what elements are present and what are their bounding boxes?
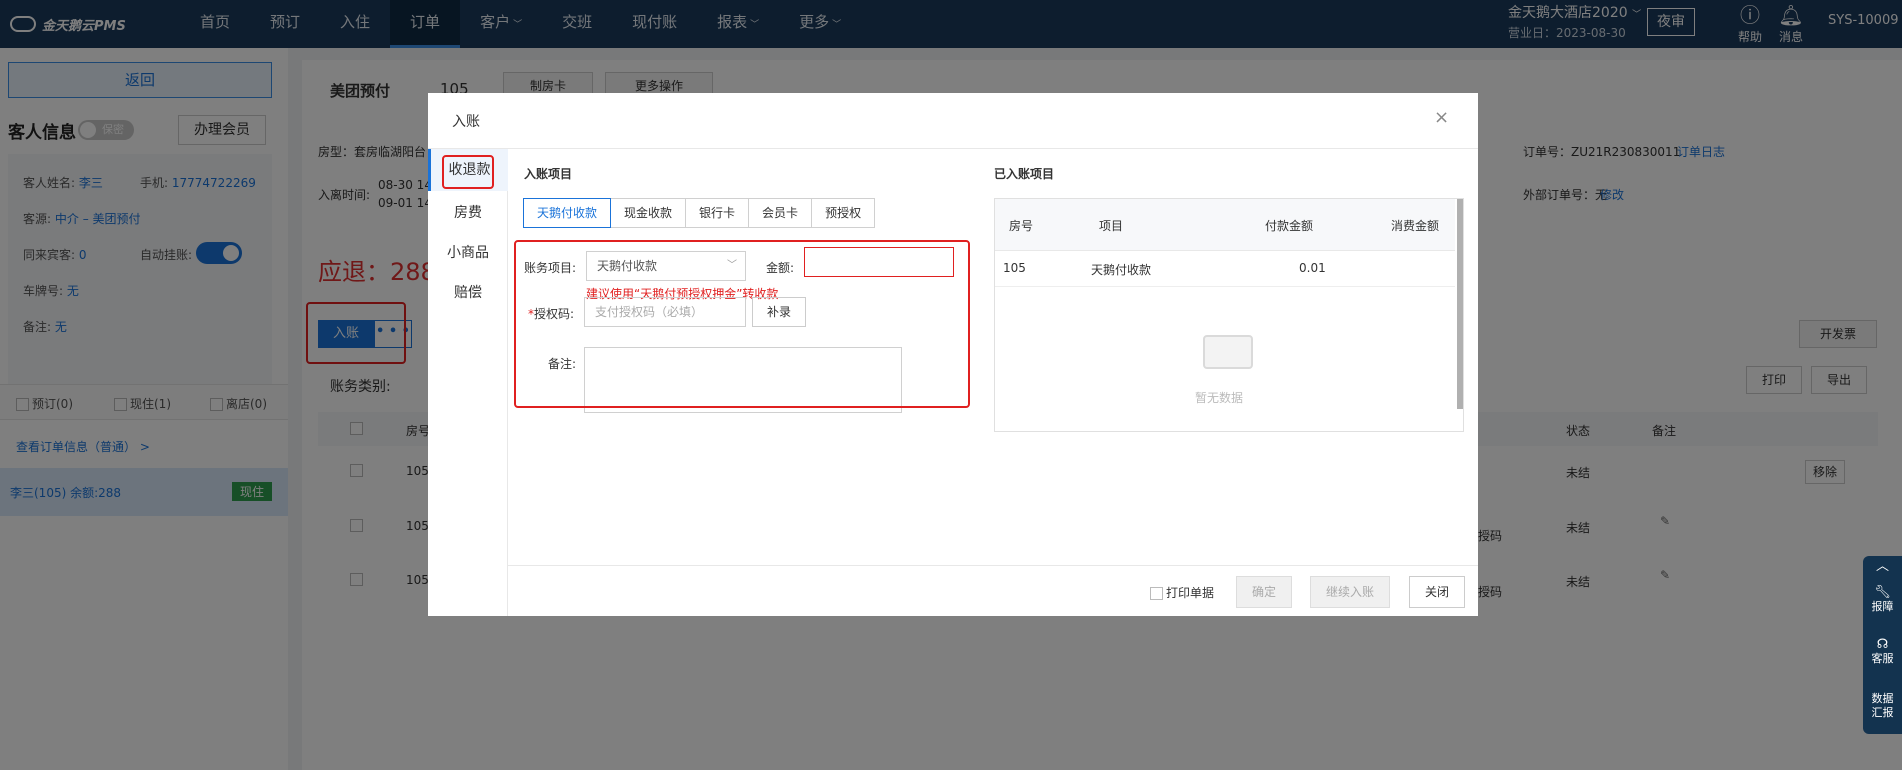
row-room: 105 <box>1003 261 1026 275</box>
checkbox[interactable] <box>1150 587 1163 600</box>
tab-goods[interactable]: 小商品 <box>428 241 508 265</box>
table-row[interactable]: 105 天鹅付收款 0.01 <box>995 251 1455 287</box>
headset-icon: ☊ <box>1876 637 1889 652</box>
entry-section-title: 入账项目 <box>524 167 573 181</box>
highlight-box <box>442 155 494 189</box>
side-tabs: 收退款 房费 小商品 赔偿 <box>428 149 508 616</box>
divider <box>428 148 1478 149</box>
wrench-icon: 🔧︎ <box>1874 585 1891 600</box>
floating-toolbar: ︿ 🔧︎ 报障 ☊ 客服 数据汇报 <box>1863 556 1902 734</box>
chevron-up-icon[interactable]: ︿ <box>1863 560 1902 574</box>
scrollbar[interactable] <box>1457 199 1463 409</box>
close-button[interactable]: 关闭 <box>1409 576 1465 608</box>
dialog-title: 入账 <box>452 114 480 130</box>
row-item: 天鹅付收款 <box>1091 263 1152 277</box>
continue-posting-button[interactable]: 继续入账 <box>1310 576 1390 608</box>
empty-inbox-icon <box>1203 335 1253 369</box>
post-entry-dialog: 入账 × 收退款 房费 小商品 赔偿 入账项目 天鹅付收款 现金收款 银行卡 会… <box>428 93 1478 616</box>
empty-text: 暂无数据 <box>1195 391 1244 405</box>
tab-member-card[interactable]: 会员卡 <box>748 198 813 228</box>
table-header: 房号 项目 付款金额 消费金额 <box>995 199 1455 251</box>
payment-tabs: 天鹅付收款 现金收款 银行卡 会员卡 预授权 <box>523 198 876 228</box>
posted-items-table: 房号 项目 付款金额 消费金额 105 天鹅付收款 0.01 暂无数据 <box>994 198 1464 432</box>
report-fault-button[interactable]: 🔧︎ 报障 <box>1863 586 1902 614</box>
col-room: 房号 <box>1009 219 1034 233</box>
col-pay-amount: 付款金额 <box>1265 219 1314 233</box>
confirm-button[interactable]: 确定 <box>1236 576 1292 608</box>
col-item: 项目 <box>1099 219 1124 233</box>
print-receipt-checkbox[interactable]: 打印单据 <box>1150 584 1214 601</box>
tab-bank-card[interactable]: 银行卡 <box>685 198 750 228</box>
row-pay: 0.01 <box>1299 261 1326 275</box>
label: 报障 <box>1871 600 1894 613</box>
divider <box>508 565 1478 566</box>
label: 客服 <box>1871 652 1894 665</box>
close-icon[interactable]: × <box>1434 107 1449 128</box>
tab-room-fee[interactable]: 房费 <box>428 201 508 225</box>
posted-section-title: 已入账项目 <box>994 167 1055 181</box>
tab-compensation[interactable]: 赔偿 <box>428 281 508 305</box>
tab-pre-auth[interactable]: 预授权 <box>811 198 876 228</box>
col-consume-amount: 消费金额 <box>1391 219 1440 233</box>
customer-service-button[interactable]: ☊ 客服 <box>1863 638 1902 666</box>
tab-cash[interactable]: 现金收款 <box>610 198 687 228</box>
data-report-button[interactable]: 数据汇报 <box>1863 692 1902 720</box>
highlight-box <box>514 240 970 408</box>
label: 打印单据 <box>1166 586 1215 600</box>
tab-tianepay[interactable]: 天鹅付收款 <box>523 198 612 228</box>
